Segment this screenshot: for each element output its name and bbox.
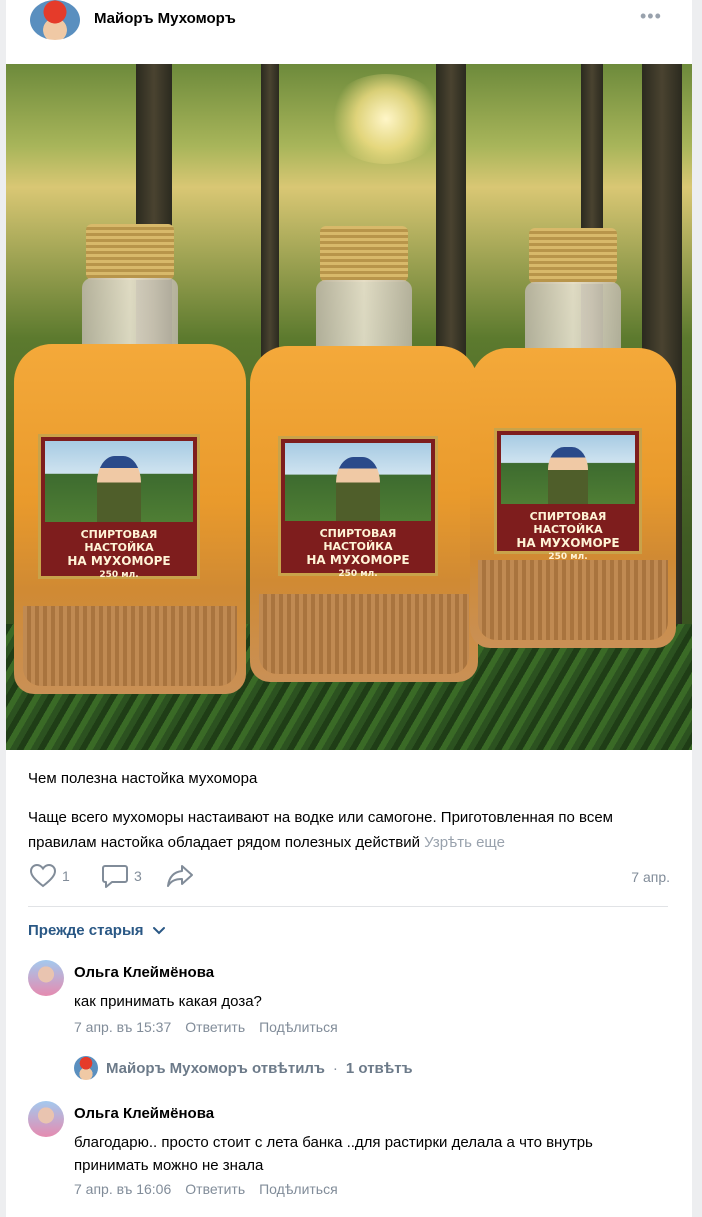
bottle-cap xyxy=(320,226,408,282)
post-text: Чаще всего мухоморы настаивают на водке … xyxy=(28,805,676,855)
post-card: Майоръ Мухоморъ ••• СПИРТОВАЯ НАСТОЙКА Н… xyxy=(6,0,692,1217)
share-link[interactable]: Подѣлиться xyxy=(259,1019,338,1035)
sort-label: Прежде старыя xyxy=(28,922,144,939)
label-line1: СПИРТОВАЯ НАСТОЙКА xyxy=(80,528,158,555)
comment-item: Ольга Клеймёнова благодарю.. просто стои… xyxy=(28,1101,668,1211)
bottle: СПИРТОВАЯ НАСТОЙКА НА МУХОМОРЕ 250 мл. xyxy=(14,224,246,694)
reply-author: Майоръ Мухоморъ отвѣтилъ xyxy=(106,1059,325,1077)
bottle-label: СПИРТОВАЯ НАСТОЙКА НА МУХОМОРЕ 250 мл. xyxy=(494,428,642,562)
reply-link[interactable]: Ответить xyxy=(185,1019,245,1035)
comment-text: благодарю.. просто стоит с лета банка ..… xyxy=(74,1134,593,1174)
reply-thread-toggle[interactable]: Майоръ Мухоморъ отвѣтилъ · 1 отвѣтъ xyxy=(74,1056,413,1080)
like-button[interactable]: 1 xyxy=(30,864,70,888)
bottle-label: СПИРТОВАЯ НАСТОЙКА НА МУХОМОРЕ 250 мл. xyxy=(38,434,200,581)
reply-author-avatar xyxy=(74,1056,98,1080)
label-line2: НА МУХОМОРЕ xyxy=(67,554,171,569)
comment-time[interactable]: 7 апр. въ 15:37 xyxy=(74,1019,171,1035)
reply-separator: · xyxy=(332,1059,338,1077)
bottle-neck xyxy=(82,278,178,354)
label-line2: НА МУХОМОРЕ xyxy=(516,536,620,551)
comment-button[interactable]: 3 xyxy=(102,864,142,888)
bottle-label: СПИРТОВАЯ НАСТОЙКА НА МУХОМОРЕ 250 мл. xyxy=(278,436,438,580)
post-actions: 1 3 7 апр. xyxy=(30,864,670,892)
comment-meta: 7 апр. въ 15:37 Ответить Подѣлиться xyxy=(74,1019,338,1035)
author-name[interactable]: Майоръ Мухоморъ xyxy=(94,10,236,27)
commenter-name[interactable]: Ольга Клеймёнова xyxy=(74,1105,214,1122)
bottle-body: СПИРТОВАЯ НАСТОЙКА НА МУХОМОРЕ 250 мл. xyxy=(470,348,676,648)
divider xyxy=(28,906,668,907)
sediment xyxy=(259,594,469,674)
label-figure xyxy=(336,457,380,522)
post-date[interactable]: 7 апр. xyxy=(631,869,670,885)
comment-count: 3 xyxy=(134,868,142,884)
label-volume: 250 мл. xyxy=(99,570,139,581)
commenter-avatar[interactable] xyxy=(28,1101,64,1137)
comment-item: Ольга Клеймёнова как принимать какая доз… xyxy=(28,960,668,1040)
comment-icon xyxy=(102,865,128,888)
share-icon xyxy=(167,865,193,887)
bottle-cap xyxy=(86,224,174,280)
like-count: 1 xyxy=(62,868,70,884)
sediment xyxy=(23,606,237,686)
commenter-avatar[interactable] xyxy=(28,960,64,996)
sunlight xyxy=(326,74,446,164)
label-volume: 250 мл. xyxy=(338,569,378,580)
more-dots-icon[interactable]: ••• xyxy=(640,6,662,27)
bottle-body: СПИРТОВАЯ НАСТОЙКА НА МУХОМОРЕ 250 мл. xyxy=(14,344,246,694)
label-figure xyxy=(96,455,142,523)
post-photo[interactable]: СПИРТОВАЯ НАСТОЙКА НА МУХОМОРЕ 250 мл. С… xyxy=(6,64,692,750)
chevron-down-icon xyxy=(152,926,165,934)
share-link[interactable]: Подѣлиться xyxy=(259,1181,338,1197)
heart-icon xyxy=(30,864,56,888)
reply-count: 1 отвѣтъ xyxy=(345,1059,413,1077)
comment-time[interactable]: 7 апр. въ 16:06 xyxy=(74,1181,171,1197)
show-more-link[interactable]: Узрѣть еще xyxy=(424,834,505,851)
bottle-body: СПИРТОВАЯ НАСТОЙКА НА МУХОМОРЕ 250 мл. xyxy=(250,346,478,682)
label-figure xyxy=(547,447,589,505)
reply-link[interactable]: Ответить xyxy=(185,1181,245,1197)
bottle: СПИРТОВАЯ НАСТОЙКА НА МУХОМОРЕ 250 мл. xyxy=(250,226,478,682)
bottle-neck xyxy=(316,280,412,356)
bottle: СПИРТОВАЯ НАСТОЙКА НА МУХОМОРЕ 250 мл. xyxy=(470,228,676,648)
comment-text: как принимать какая доза? xyxy=(74,993,262,1010)
comments-sort-toggle[interactable]: Прежде старыя xyxy=(28,922,166,939)
author-avatar[interactable] xyxy=(30,0,80,40)
comment-meta: 7 апр. въ 16:06 Ответить Подѣлиться xyxy=(74,1181,338,1197)
bottle-neck xyxy=(525,282,621,358)
label-line2: НА МУХОМОРЕ xyxy=(306,553,410,568)
post-header: Майоръ Мухоморъ ••• xyxy=(6,0,692,56)
bottle-cap xyxy=(529,228,617,284)
sediment xyxy=(478,560,668,640)
label-illustration xyxy=(45,441,193,523)
label-line1: СПИРТОВАЯ НАСТОЙКА xyxy=(319,527,397,554)
commenter-name[interactable]: Ольга Клеймёнова xyxy=(74,964,214,981)
post-text-body: Чаще всего мухоморы настаивают на водке … xyxy=(28,809,613,851)
share-button[interactable] xyxy=(166,864,194,888)
label-illustration xyxy=(285,443,431,522)
label-line1: СПИРТОВАЯ НАСТОЙКА xyxy=(529,510,607,537)
label-illustration xyxy=(501,435,635,505)
post-title: Чем полезна настойка мухомора xyxy=(28,770,258,787)
